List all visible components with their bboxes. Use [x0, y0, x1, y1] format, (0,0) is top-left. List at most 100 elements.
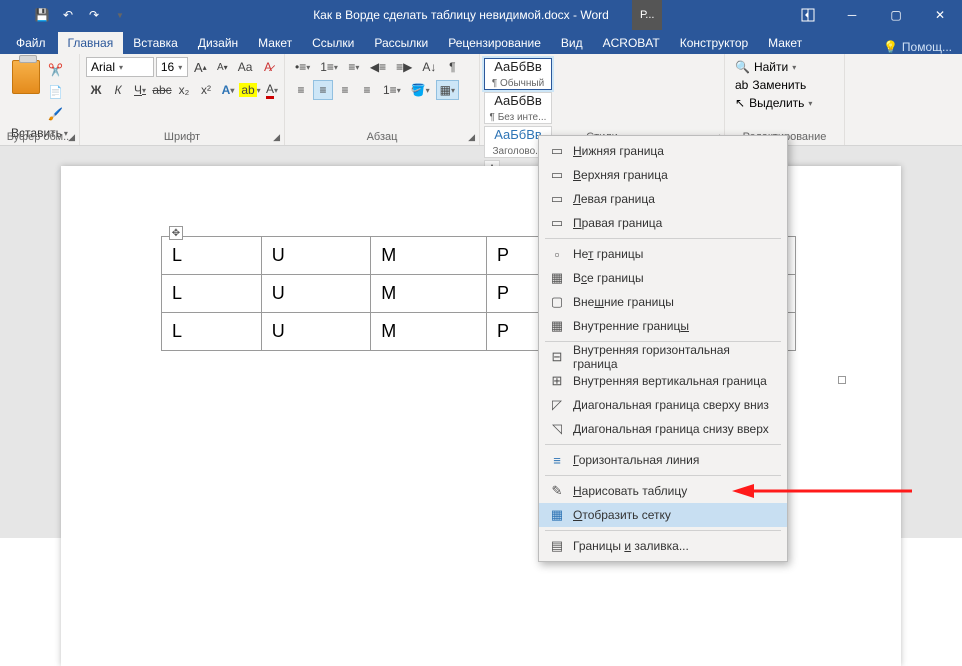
group-paragraph: •≡▾ 1≡▾ ≡▾ ◀≡ ≡▶ A↓ ¶ ≡ ≡ ≡ ≡ 1≡▾ 🪣▾ ▦▾ … — [285, 54, 480, 145]
quick-access-toolbar: 💾 ↶ ↷ ▼ — [4, 3, 132, 27]
highlight-button[interactable]: ab▾ — [240, 80, 260, 100]
table-resize-handle[interactable] — [838, 376, 846, 384]
table-cell[interactable]: L — [162, 313, 262, 351]
table-cell[interactable]: M — [371, 313, 487, 351]
tab-mailings[interactable]: Рассылки — [364, 32, 438, 54]
replace-button[interactable]: abЗаменить — [731, 76, 838, 94]
menu-inside-borders[interactable]: ▦Внутренние границы — [539, 314, 787, 338]
indent-decrease-icon[interactable]: ◀≡ — [366, 57, 390, 77]
borders-shading-icon: ▤ — [549, 538, 565, 554]
menu-no-border[interactable]: ▫Нет границы — [539, 242, 787, 266]
border-bottom-icon: ▭ — [549, 143, 565, 159]
border-diag-down-icon: ◸ — [549, 397, 565, 413]
copy-icon[interactable]: 📄 — [44, 82, 67, 102]
superscript-button[interactable]: x² — [196, 80, 216, 100]
shading-icon[interactable]: 🪣▾ — [407, 80, 434, 100]
table-cell[interactable]: L — [162, 275, 262, 313]
font-color-button[interactable]: A▾ — [262, 80, 282, 100]
cut-icon[interactable]: ✂️ — [44, 60, 67, 80]
menu-inside-v-border[interactable]: ⊞Внутренняя вертикальная граница — [539, 369, 787, 393]
table-cell[interactable]: M — [371, 275, 487, 313]
tab-insert[interactable]: Вставка — [123, 32, 188, 54]
subscript-button[interactable]: x₂ — [174, 80, 194, 100]
menu-diag-down-border[interactable]: ◸Диагональная граница сверху вниз — [539, 393, 787, 417]
align-center-icon[interactable]: ≡ — [313, 80, 333, 100]
undo-icon[interactable]: ↶ — [56, 3, 80, 27]
align-left-icon[interactable]: ≡ — [291, 80, 311, 100]
tab-acrobat[interactable]: ACROBAT — [593, 32, 670, 54]
ribbon-tabs: Файл Главная Вставка Дизайн Макет Ссылки… — [0, 30, 962, 54]
menu-separator — [545, 341, 781, 342]
save-icon[interactable]: 💾 — [30, 3, 54, 27]
maximize-icon[interactable]: ▢ — [878, 3, 914, 27]
menu-top-border[interactable]: ▭Верхняя граница — [539, 163, 787, 187]
clear-format-icon[interactable]: A̷ — [258, 57, 278, 77]
paragraph-launcher-icon[interactable]: ◢ — [468, 132, 475, 143]
justify-icon[interactable]: ≡ — [357, 80, 377, 100]
underline-button[interactable]: Ч▾ — [130, 80, 150, 100]
tab-home[interactable]: Главная — [58, 32, 124, 54]
find-button[interactable]: 🔍Найти▾ — [731, 58, 838, 76]
tab-table-design[interactable]: Конструктор — [670, 32, 758, 54]
font-size-combo[interactable]: 16▾ — [156, 57, 188, 77]
tab-view[interactable]: Вид — [551, 32, 593, 54]
gridlines-icon: ▦ — [549, 507, 565, 523]
sort-icon[interactable]: A↓ — [418, 57, 440, 77]
format-painter-icon[interactable]: 🖌️ — [44, 104, 67, 124]
bullets-icon[interactable]: •≡▾ — [291, 57, 314, 77]
redo-icon[interactable]: ↷ — [82, 3, 106, 27]
text-effects-icon[interactable]: A▾ — [218, 80, 238, 100]
menu-horizontal-line[interactable]: ≡Горизонтальная линия — [539, 448, 787, 472]
table-cell[interactable]: U — [261, 313, 370, 351]
clipboard-launcher-icon[interactable]: ◢ — [68, 132, 75, 143]
tab-design[interactable]: Дизайн — [188, 32, 248, 54]
border-all-icon: ▦ — [549, 270, 565, 286]
strike-button[interactable]: abc — [152, 80, 172, 100]
menu-bottom-border[interactable]: ▭Нижняя граница — [539, 139, 787, 163]
ribbon-options-icon[interactable] — [790, 3, 826, 27]
menu-view-gridlines[interactable]: ▦Отобразить сетку — [539, 503, 787, 527]
show-marks-icon[interactable]: ¶ — [442, 57, 462, 77]
table-cell[interactable]: U — [261, 275, 370, 313]
tab-file[interactable]: Файл — [4, 32, 58, 54]
tab-review[interactable]: Рецензирование — [438, 32, 551, 54]
menu-right-border[interactable]: ▭Правая граница — [539, 211, 787, 235]
grow-font-icon[interactable]: A▴ — [190, 57, 210, 77]
bold-button[interactable]: Ж — [86, 80, 106, 100]
font-family-combo[interactable]: Arial▾ — [86, 57, 154, 77]
close-icon[interactable]: ✕ — [922, 3, 958, 27]
menu-left-border[interactable]: ▭Левая граница — [539, 187, 787, 211]
style-no-spacing[interactable]: АаБбВв ¶ Без инте... — [484, 92, 552, 124]
italic-button[interactable]: К — [108, 80, 128, 100]
menu-outside-borders[interactable]: ▢Внешние границы — [539, 290, 787, 314]
tell-me-label: Помощ... — [902, 40, 952, 54]
minimize-icon[interactable]: ─ — [834, 3, 870, 27]
tell-me[interactable]: 💡Помощ... — [873, 40, 962, 54]
tab-references[interactable]: Ссылки — [302, 32, 364, 54]
numbering-icon[interactable]: 1≡▾ — [316, 57, 342, 77]
font-launcher-icon[interactable]: ◢ — [273, 132, 280, 143]
table-cell[interactable]: L — [162, 237, 262, 275]
border-diag-up-icon: ◹ — [549, 421, 565, 437]
menu-separator — [545, 530, 781, 531]
align-right-icon[interactable]: ≡ — [335, 80, 355, 100]
menu-all-borders[interactable]: ▦Все границы — [539, 266, 787, 290]
tab-layout[interactable]: Макет — [248, 32, 302, 54]
borders-button[interactable]: ▦▾ — [436, 80, 459, 100]
table-cell[interactable]: M — [371, 237, 487, 275]
table-cell[interactable]: U — [261, 237, 370, 275]
line-spacing-icon[interactable]: 1≡▾ — [379, 80, 405, 100]
change-case-button[interactable]: Aa — [234, 57, 256, 77]
multilevel-icon[interactable]: ≡▾ — [344, 57, 364, 77]
select-button[interactable]: ↖Выделить▾ — [731, 94, 838, 112]
menu-diag-up-border[interactable]: ◹Диагональная граница снизу вверх — [539, 417, 787, 441]
qat-dropdown-icon[interactable]: ▼ — [108, 3, 132, 27]
group-clipboard: ✂️ 📄 🖌️ Вставить▾ Буфер обм... ◢ — [0, 54, 80, 145]
tab-table-layout[interactable]: Макет — [758, 32, 812, 54]
menu-inside-h-border[interactable]: ⊟Внутренняя горизонтальная граница — [539, 345, 787, 369]
style-normal[interactable]: АаБбВв ¶ Обычный — [484, 58, 552, 90]
shrink-font-icon[interactable]: A▾ — [212, 57, 232, 77]
menu-separator — [545, 444, 781, 445]
table-move-handle[interactable]: ✥ — [169, 226, 183, 240]
indent-increase-icon[interactable]: ≡▶ — [392, 57, 416, 77]
